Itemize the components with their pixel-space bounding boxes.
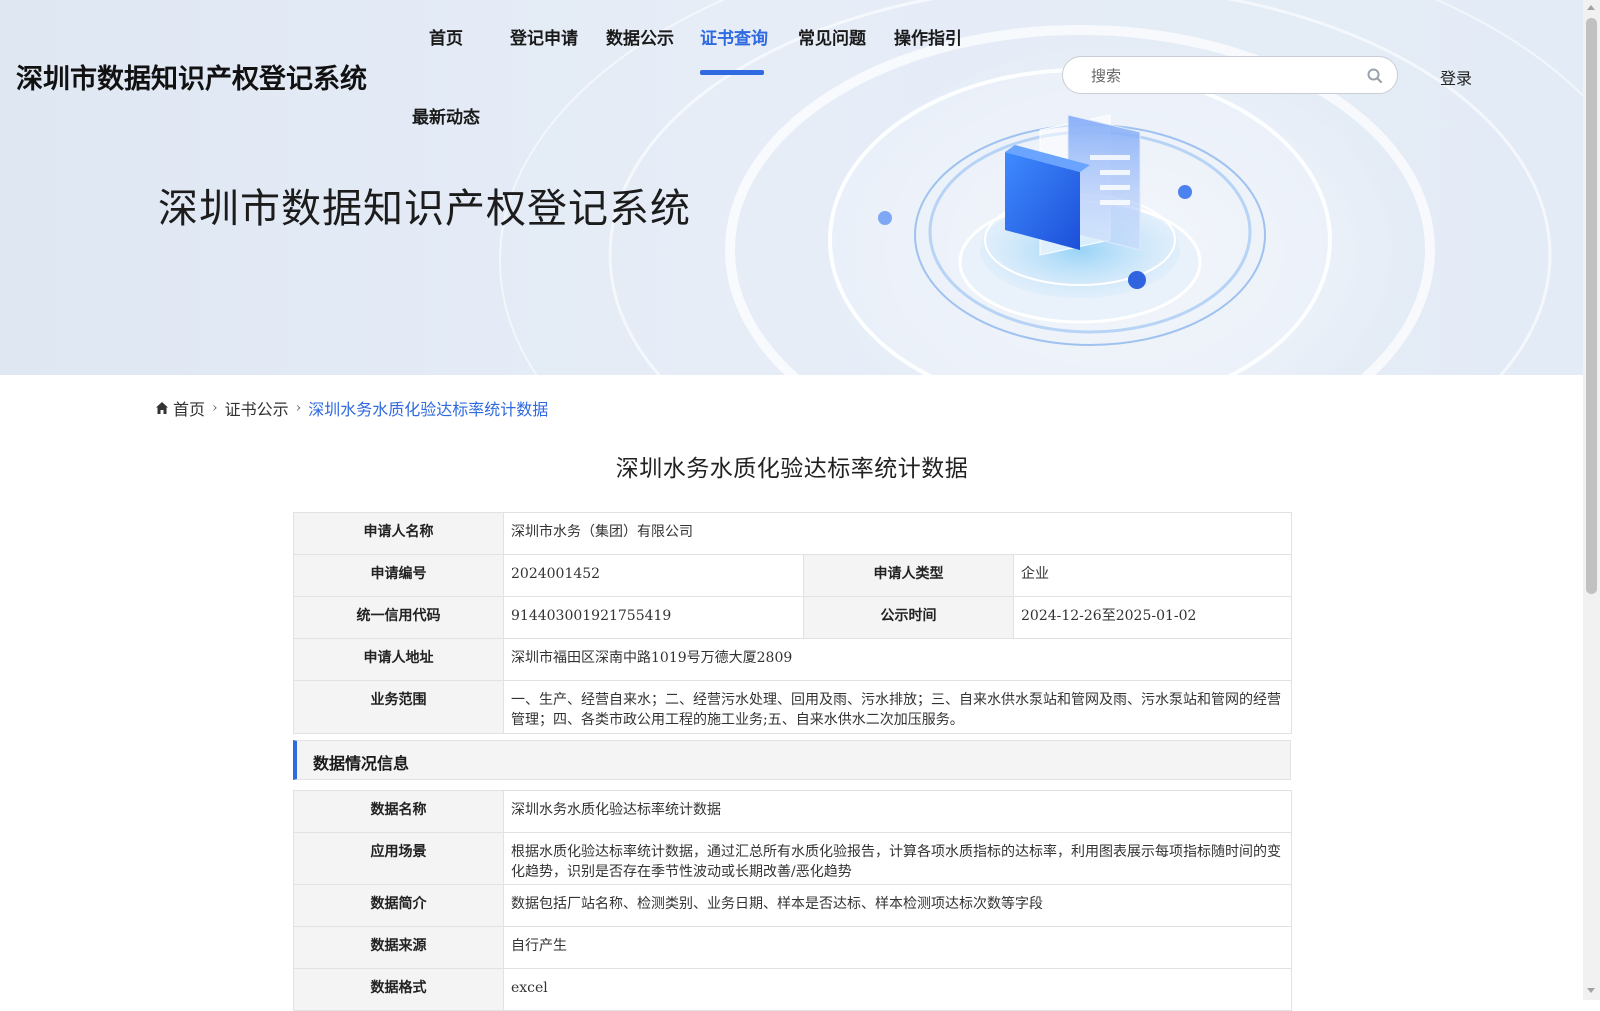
applicant-name-value: 深圳市水务（集团）有限公司	[502, 512, 1293, 555]
table-row: 数据格式 excel	[293, 968, 1292, 1011]
nav-latest-news[interactable]: 最新动态	[412, 103, 480, 128]
data-format-label: 数据格式	[293, 968, 504, 1011]
banner-title: 深圳市数据知识产权登记系统	[158, 186, 691, 232]
applicant-type-label: 申请人类型	[803, 554, 1014, 597]
business-scope-label: 业务范围	[293, 680, 504, 734]
table-row: 统一信用代码 914403001921755419 公示时间 2024-12-2…	[293, 596, 1293, 639]
table-row: 业务范围 一、生产、经营自来水；二、经营污水处理、回用及雨、污水排放；三、自来水…	[293, 680, 1293, 734]
publish-time-label: 公示时间	[803, 596, 1014, 639]
table-row: 数据简介 数据包括厂站名称、检测类别、业务日期、样本是否达标、样本检测项达标次数…	[293, 884, 1292, 927]
application-number-value: 2024001452	[503, 554, 804, 597]
data-source-value: 自行产生	[503, 926, 1292, 969]
data-summary-label: 数据简介	[293, 884, 504, 927]
table-row: 申请人地址 深圳市福田区深南中路1019号万德大厦2809	[293, 638, 1293, 681]
nav-active-indicator	[700, 70, 764, 75]
scrollbar-thumb[interactable]	[1586, 18, 1597, 594]
data-name-value: 深圳水务水质化验达标率统计数据	[503, 790, 1292, 833]
nav-guide[interactable]: 操作指引	[894, 24, 962, 49]
applicant-type-value: 企业	[1012, 554, 1293, 597]
applicant-address-value: 深圳市福田区深南中路1019号万德大厦2809	[502, 638, 1293, 681]
data-info-table: 数据名称 深圳水务水质化验达标率统计数据 应用场景 根据水质化验达标率统计数据，…	[293, 790, 1292, 1011]
site-title: 深圳市数据知识产权登记系统	[16, 64, 367, 95]
application-scenario-value: 根据水质化验达标率统计数据，通过汇总所有水质化验报告，计算各项水质指标的达标率，…	[503, 832, 1292, 885]
nav-faq[interactable]: 常见问题	[798, 24, 866, 49]
publish-time-value: 2024-12-26至2025-01-02	[1012, 596, 1293, 639]
applicant-info-table: 申请人名称 深圳市水务（集团）有限公司 申请编号 2024001452 申请人类…	[293, 512, 1293, 734]
table-row: 申请人名称 深圳市水务（集团）有限公司	[293, 512, 1293, 555]
chevron-right-icon: ›	[212, 400, 218, 416]
search-input[interactable]	[1089, 65, 1353, 87]
nav-home[interactable]: 首页	[429, 24, 463, 49]
nav-data-publicity[interactable]: 数据公示	[606, 24, 674, 49]
search-icon[interactable]	[1366, 67, 1384, 85]
credit-code-value: 914403001921755419	[503, 596, 804, 639]
applicant-name-label: 申请人名称	[293, 512, 504, 555]
table-row: 数据来源 自行产生	[293, 926, 1292, 969]
nav-registration-apply[interactable]: 登记申请	[510, 24, 578, 49]
data-source-label: 数据来源	[293, 926, 504, 969]
data-summary-value: 数据包括厂站名称、检测类别、业务日期、样本是否达标、样本检测项达标次数等字段	[503, 884, 1292, 927]
business-scope-value: 一、生产、经营自来水；二、经营污水处理、回用及雨、污水排放；三、自来水供水泵站和…	[502, 680, 1293, 734]
data-info-section-header: 数据情况信息	[293, 740, 1291, 780]
section-title: 数据情况信息	[313, 754, 410, 773]
application-scenario-label: 应用场景	[293, 832, 504, 885]
table-row: 应用场景 根据水质化验达标率统计数据，通过汇总所有水质化验报告，计算各项水质指标…	[293, 832, 1292, 885]
table-row: 数据名称 深圳水务水质化验达标率统计数据	[293, 790, 1292, 833]
scroll-down-arrow[interactable]	[1587, 988, 1595, 993]
page-title: 深圳水务水质化验达标率统计数据	[615, 456, 969, 482]
search-box	[1062, 56, 1398, 94]
breadcrumb-current: 深圳水务水质化验达标率统计数据	[308, 400, 549, 419]
applicant-address-label: 申请人地址	[293, 638, 504, 681]
data-format-value: excel	[503, 968, 1292, 1011]
application-number-label: 申请编号	[293, 554, 504, 597]
credit-code-label: 统一信用代码	[293, 596, 504, 639]
chevron-right-icon: ›	[295, 400, 302, 416]
login-link[interactable]: 登录	[1440, 65, 1472, 89]
scroll-up-arrow[interactable]	[1587, 5, 1595, 10]
table-row: 申请编号 2024001452 申请人类型 企业	[293, 554, 1293, 597]
breadcrumb-certificate-publicity[interactable]: 证书公示	[225, 396, 289, 420]
data-name-label: 数据名称	[293, 790, 504, 833]
breadcrumb-home[interactable]: 首页	[173, 396, 205, 420]
page-scrollbar[interactable]	[1583, 0, 1600, 1000]
breadcrumb: 首页 › 证书公示 › 深圳水务水质化验达标率统计数据	[155, 396, 548, 420]
home-icon	[156, 402, 168, 414]
nav-certificate-query[interactable]: 证书查询	[700, 24, 768, 49]
